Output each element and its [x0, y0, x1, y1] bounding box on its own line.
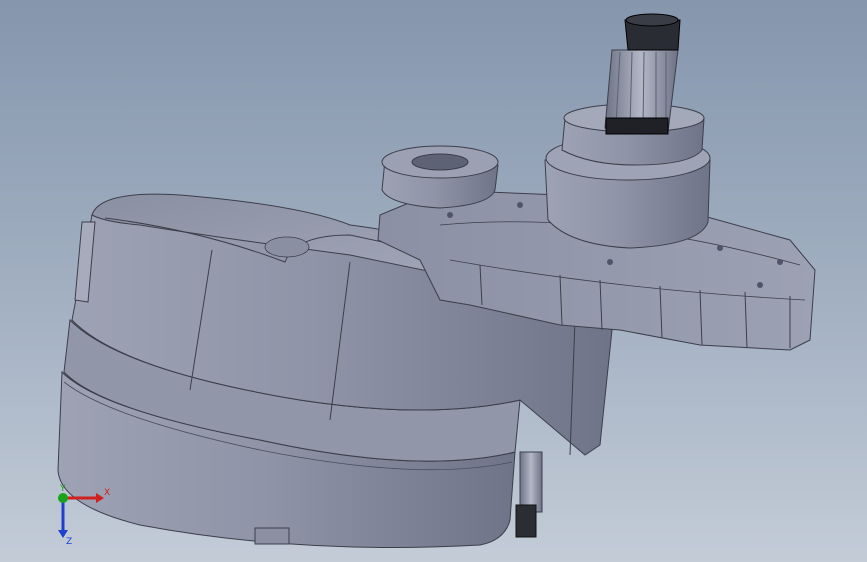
input-shaft — [604, 13, 681, 135]
axis-triad: X Y Z — [58, 484, 110, 547]
gearbox-model[interactable] — [0, 0, 867, 562]
x-axis-label: X — [104, 488, 110, 498]
y-axis-label: Y — [59, 484, 66, 494]
boss-ring — [381, 145, 499, 209]
x-axis-arrow — [96, 493, 104, 503]
z-axis-label: Z — [66, 537, 72, 547]
y-axis-dot — [58, 493, 68, 503]
graphics-viewport[interactable]: X Y Z — [0, 0, 867, 562]
